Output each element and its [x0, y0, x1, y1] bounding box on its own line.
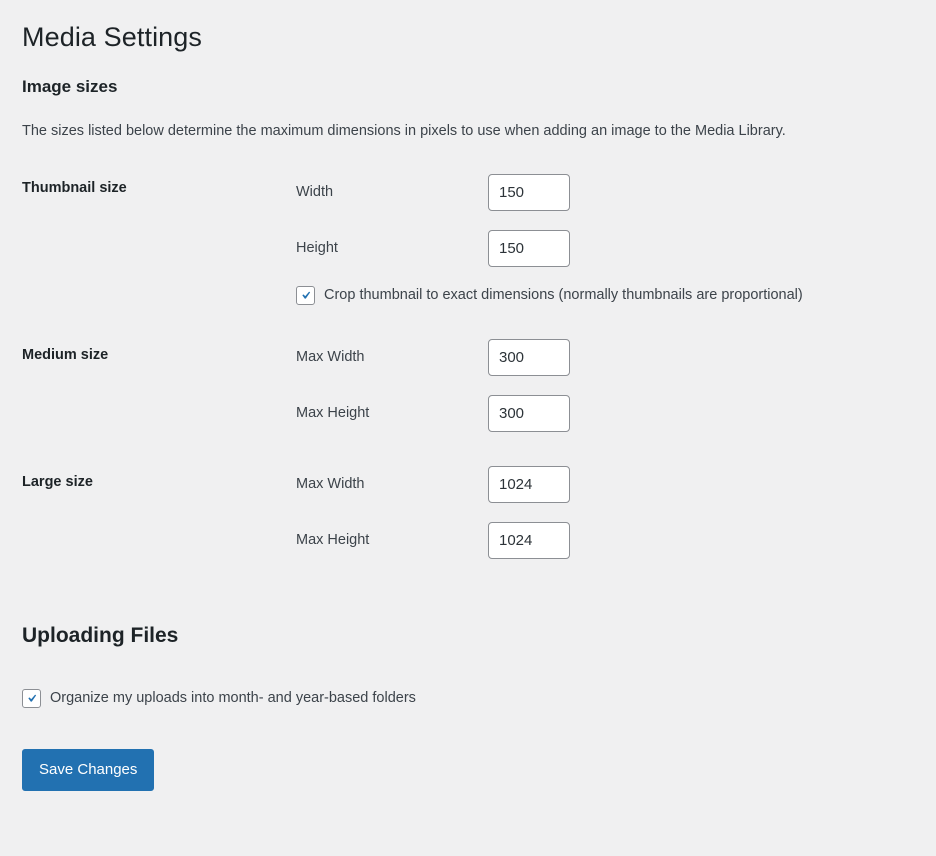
field-row-spacer	[296, 267, 803, 286]
crop-thumbnail-cell: Crop thumbnail to exact dimensions (norm…	[296, 285, 803, 305]
submit-section: Save Changes	[22, 708, 914, 791]
field-row-spacer	[296, 503, 570, 522]
checkmark-icon	[302, 291, 311, 299]
field-row-large-max-width: Max Width	[296, 465, 570, 503]
large-max-width-input[interactable]	[488, 465, 570, 503]
image-sizes-form-table: Thumbnail size Width H	[22, 157, 914, 576]
field-row-medium-max-width: Max Width	[296, 338, 570, 376]
field-label-medium-max-width: Max Width	[296, 348, 365, 365]
thumbnail-width-input[interactable]	[488, 173, 570, 211]
row-fields-medium-size: Max Width Max Height	[286, 322, 914, 449]
field-row-large-max-height: Max Height	[296, 521, 570, 559]
organize-uploads-checkbox-row[interactable]: Organize my uploads into month- and year…	[22, 688, 914, 708]
organize-uploads-section: Organize my uploads into month- and year…	[22, 649, 914, 708]
thumbnail-height-input[interactable]	[488, 229, 570, 267]
table-row-thumbnail-size: Thumbnail size Width H	[22, 157, 914, 322]
row-label-thumbnail-size: Thumbnail size	[22, 179, 127, 196]
field-label-large-max-width: Max Width	[296, 475, 365, 492]
field-label-medium-max-height: Max Height	[296, 404, 370, 421]
field-row-thumbnail-width: Width	[296, 173, 803, 211]
thumbnail-size-fields: Width Height	[296, 173, 803, 305]
medium-max-height-input[interactable]	[488, 394, 570, 432]
section-heading-uploading-files: Uploading Files	[22, 623, 179, 647]
section-heading-image-sizes: Image sizes	[22, 77, 118, 97]
row-fields-thumbnail-size: Width Height	[286, 157, 914, 322]
field-row-spacer	[296, 211, 803, 230]
crop-thumbnail-label[interactable]: Crop thumbnail to exact dimensions (norm…	[324, 286, 803, 305]
field-row-medium-max-height: Max Height	[296, 394, 570, 432]
table-row-large-size: Large size Max Width M	[22, 449, 914, 576]
medium-max-width-input[interactable]	[488, 338, 570, 376]
row-label-medium-size: Medium size	[22, 346, 109, 363]
large-max-height-input[interactable]	[488, 521, 570, 559]
field-row-spacer	[296, 376, 570, 395]
field-row-crop-thumbnail: Crop thumbnail to exact dimensions (norm…	[296, 285, 803, 305]
field-cell-medium-max-height	[488, 394, 570, 432]
row-label-large-size: Large size	[22, 473, 93, 490]
field-label-thumbnail-height: Height	[296, 239, 338, 256]
field-cell-large-max-height	[488, 521, 570, 559]
organize-uploads-label[interactable]: Organize my uploads into month- and year…	[50, 689, 416, 708]
checkmark-icon	[28, 694, 37, 702]
field-label-large-max-height: Max Height	[296, 531, 370, 548]
image-sizes-description: The sizes listed below determine the max…	[22, 122, 786, 139]
large-size-fields: Max Width Max Height	[296, 465, 570, 559]
field-label-thumbnail-width: Width	[296, 183, 334, 200]
save-changes-button[interactable]: Save Changes	[22, 748, 155, 791]
crop-thumbnail-checkbox-row[interactable]: Crop thumbnail to exact dimensions (norm…	[296, 285, 803, 305]
uploading-files-section: Uploading Files Organize my uploads into…	[22, 576, 914, 708]
row-fields-large-size: Max Width Max Height	[286, 449, 914, 576]
page-title: Media Settings	[22, 22, 202, 52]
medium-size-fields: Max Width Max Height	[296, 338, 570, 432]
table-row-medium-size: Medium size Max Width 300 Max Height 300	[22, 322, 914, 449]
field-cell-thumbnail-width	[488, 173, 803, 211]
field-cell-medium-max-width	[488, 338, 570, 376]
field-cell-large-max-width	[488, 465, 570, 503]
organize-uploads-checkbox[interactable]	[22, 688, 41, 708]
media-settings-page: Media Settings Image sizes The sizes lis…	[0, 0, 936, 791]
field-cell-thumbnail-height	[488, 229, 803, 267]
crop-thumbnail-checkbox[interactable]	[296, 285, 315, 305]
field-row-thumbnail-height: Height	[296, 229, 803, 267]
